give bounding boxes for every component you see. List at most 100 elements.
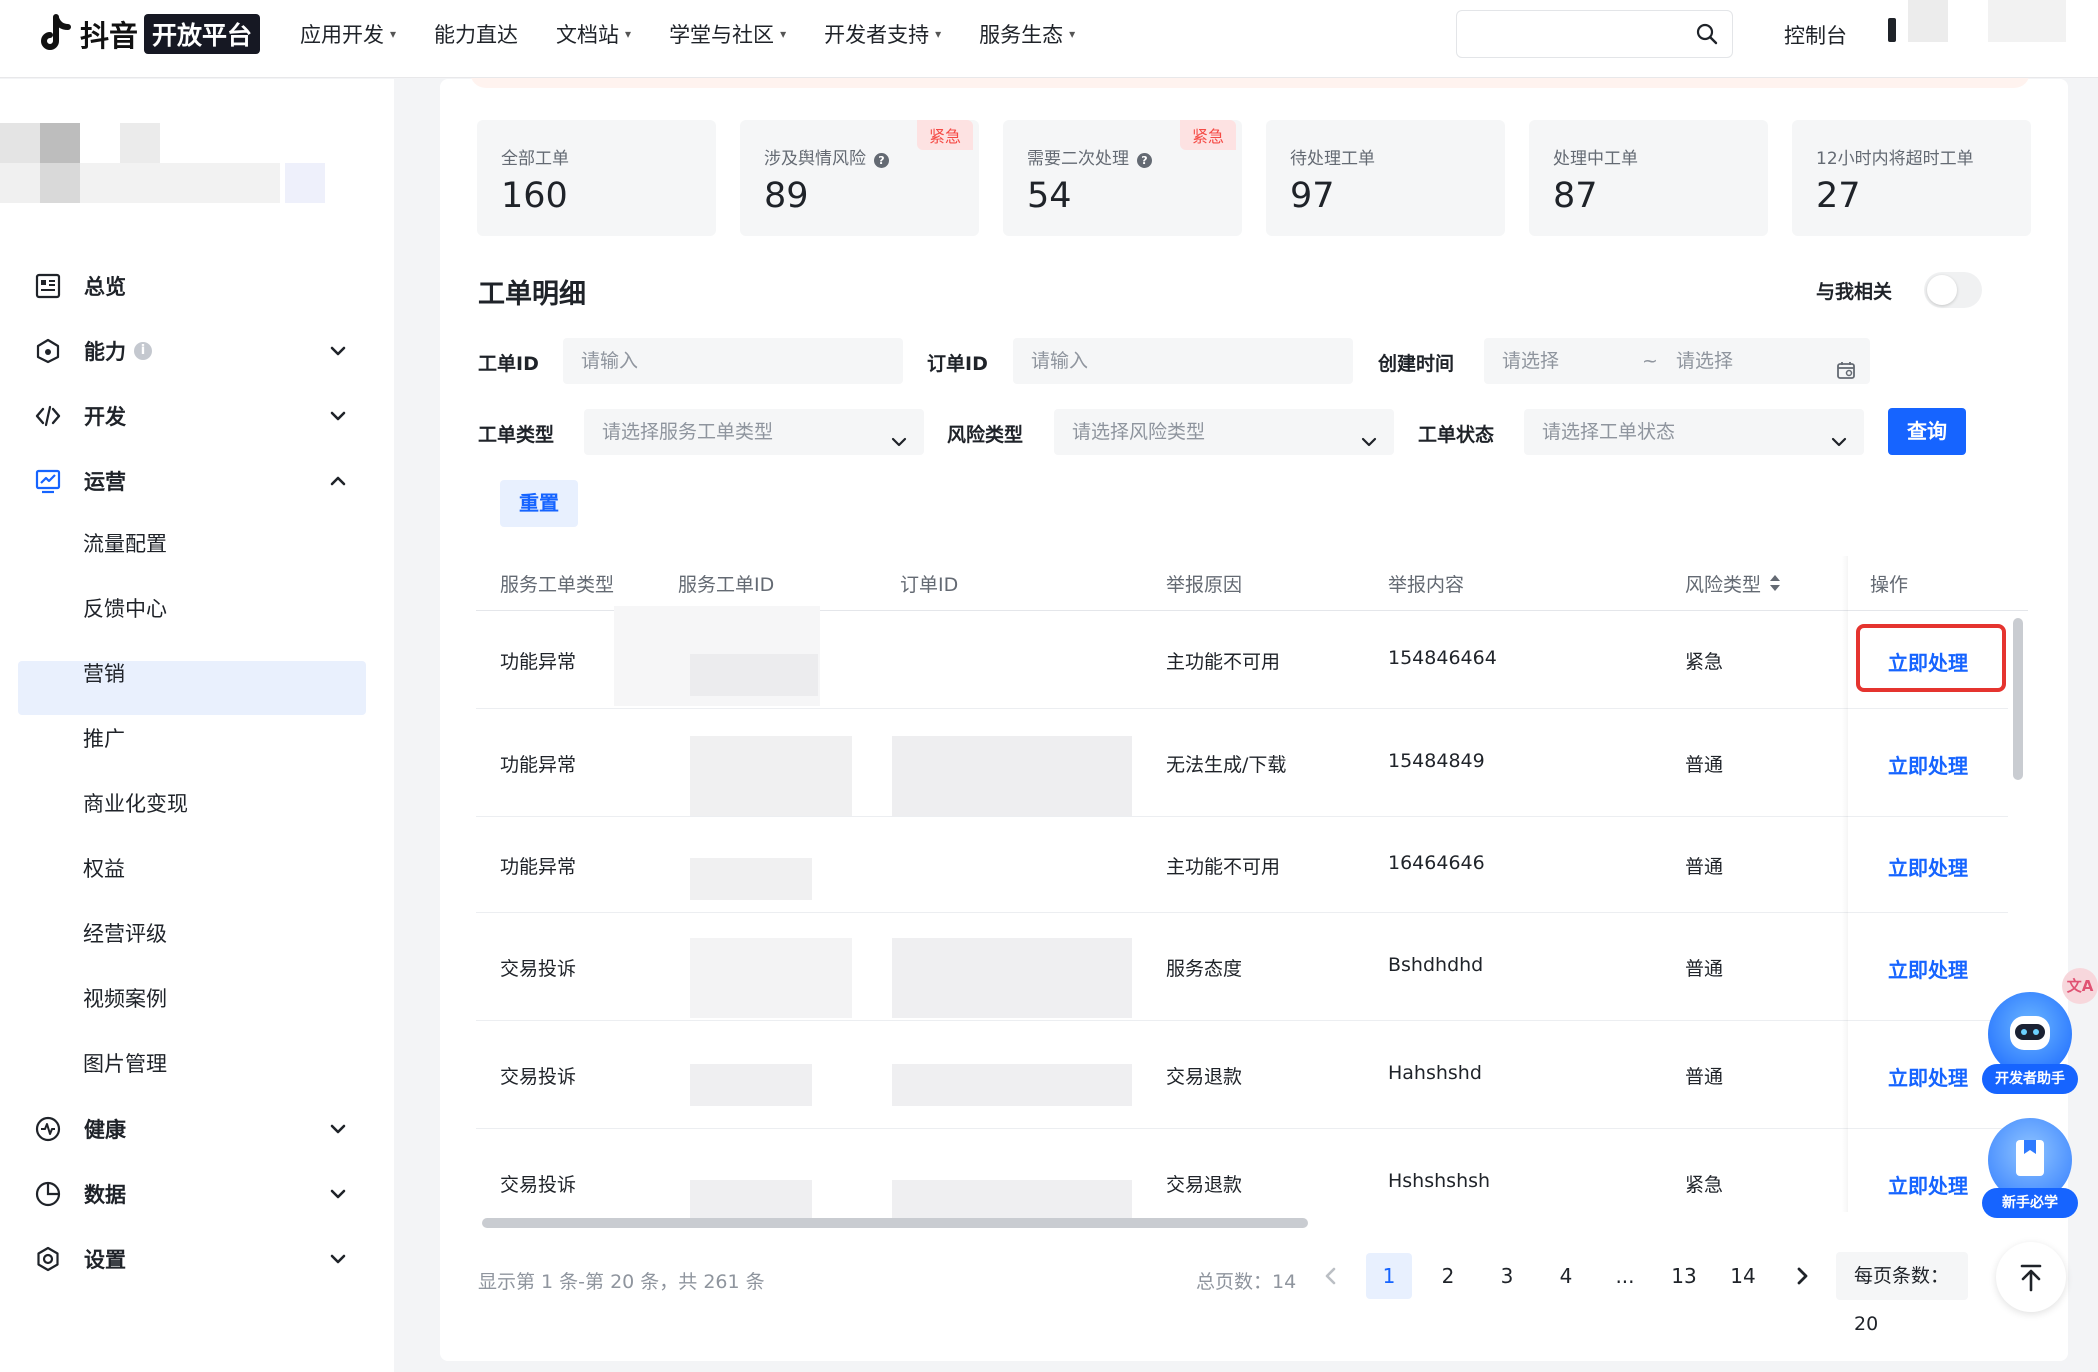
order-id-input[interactable]: 请输入 <box>1013 338 1353 384</box>
sidebar-subitem-promotion[interactable]: 推广 <box>83 723 125 753</box>
console-link[interactable]: 控制台 <box>1784 20 1847 50</box>
nav-item-community[interactable]: 学堂与社区 ▾ <box>669 19 786 49</box>
sidebar-item-develop[interactable]: 开发 <box>34 394 126 438</box>
cell-content: Hahshshd <box>1388 1062 1482 1084</box>
stat-card-all[interactable]: 全部工单 160 <box>477 120 716 236</box>
nav-item-docs[interactable]: 文档站 ▾ <box>556 19 631 49</box>
page-ellipsis[interactable]: ... <box>1602 1253 1648 1299</box>
page-size-select[interactable]: 每页条数：20 <box>1836 1252 1968 1335</box>
ticket-status-select[interactable]: 请选择工单状态 <box>1524 409 1864 455</box>
page-13[interactable]: 13 <box>1661 1253 1707 1299</box>
calendar-icon[interactable] <box>1836 351 1856 379</box>
sidebar-subitem-images[interactable]: 图片管理 <box>83 1048 167 1078</box>
chevron-down-icon[interactable] <box>328 1184 348 1204</box>
sidebar-subitem-marketing[interactable]: 营销 <box>83 658 125 688</box>
prev-page-icon[interactable] <box>1321 1266 1341 1286</box>
arrow-up-icon <box>2020 1264 2042 1292</box>
cell-reason: 无法生成/下载 <box>1166 754 1287 776</box>
ticket-id-input[interactable]: 请输入 <box>563 338 903 384</box>
related-to-me-toggle[interactable] <box>1924 272 1982 308</box>
process-now-link[interactable]: 立即处理 <box>1888 1062 1968 1091</box>
stat-card-pending[interactable]: 待处理工单 97 <box>1266 120 1505 236</box>
blurred-ticket-id <box>690 1064 812 1106</box>
stat-card-public-risk[interactable]: 涉及舆情风险? 89 紧急 <box>740 120 979 236</box>
newbie-guide-label[interactable]: 新手必学 <box>1982 1188 2078 1218</box>
sidebar: 总览 能力 i 开发 运营 流量配置 反馈中心 营销 推广 商业化变现 权益 经… <box>0 79 394 1372</box>
sidebar-item-ability[interactable]: 能力 i <box>34 329 152 373</box>
chevron-down-icon[interactable] <box>328 1119 348 1139</box>
vertical-scrollbar[interactable] <box>2013 618 2023 780</box>
date-end-input[interactable]: 请选择 <box>1676 338 1733 384</box>
page-4[interactable]: 4 <box>1543 1253 1589 1299</box>
nav-item-app-dev[interactable]: 应用开发 ▾ <box>300 19 396 49</box>
user-avatar[interactable] <box>1908 0 1948 42</box>
active-item-background <box>18 661 366 715</box>
cell-risk: 普通 <box>1685 856 1724 878</box>
sidebar-item-overview[interactable]: 总览 <box>34 264 126 308</box>
sidebar-subitem-video-cases[interactable]: 视频案例 <box>83 983 167 1013</box>
sidebar-item-operation[interactable]: 运营 <box>34 459 126 503</box>
sidebar-item-data[interactable]: 数据 <box>34 1172 126 1216</box>
pagination-info: 显示第 1 条-第 20 条，共 261 条 <box>478 1271 765 1293</box>
sidebar-subitem-rating[interactable]: 经营评级 <box>83 918 167 948</box>
sidebar-subitem-monetization[interactable]: 商业化变现 <box>83 788 188 818</box>
chevron-down-icon: ▾ <box>1069 27 1076 41</box>
sidebar-subitem-traffic[interactable]: 流量配置 <box>83 528 167 558</box>
date-start-input[interactable]: 请选择 <box>1502 350 1559 372</box>
chevron-down-icon[interactable] <box>328 1249 348 1269</box>
dashboard-icon <box>34 272 62 300</box>
stat-card-timeout[interactable]: 12小时内将超时工单 27 <box>1792 120 2031 236</box>
chevron-down-icon[interactable] <box>328 341 348 361</box>
cell-reason: 交易退款 <box>1166 1066 1243 1088</box>
main-content <box>440 79 2068 1361</box>
help-icon[interactable]: ? <box>1137 153 1152 168</box>
page-3[interactable]: 3 <box>1484 1253 1530 1299</box>
chevron-down-icon: ▾ <box>780 27 787 41</box>
user-menu[interactable] <box>1988 0 2066 42</box>
stat-card-processing[interactable]: 处理中工单 87 <box>1529 120 1768 236</box>
nav-item-abilities[interactable]: 能力直达 <box>434 19 518 49</box>
stat-card-secondary[interactable]: 需要二次处理? 54 紧急 <box>1003 120 1242 236</box>
process-now-link[interactable]: 立即处理 <box>1888 852 1968 881</box>
sidebar-item-health[interactable]: 健康 <box>34 1107 126 1151</box>
sidebar-subitem-feedback[interactable]: 反馈中心 <box>83 593 167 623</box>
fixed-column-shadow <box>1842 556 1848 1212</box>
help-icon[interactable]: ? <box>874 153 889 168</box>
sort-icon[interactable] <box>1769 574 1781 597</box>
blurred-ticket-id <box>690 858 812 900</box>
ticket-type-select[interactable]: 请选择服务工单类型 <box>584 409 924 455</box>
query-button[interactable]: 查询 <box>1888 408 1966 455</box>
process-now-link[interactable]: 立即处理 <box>1888 954 1968 983</box>
developer-assistant-label[interactable]: 开发者助手 <box>1982 1064 2078 1094</box>
logo[interactable]: 抖音 开放平台 <box>36 14 261 54</box>
horizontal-scrollbar[interactable] <box>482 1218 1308 1228</box>
back-to-top-button[interactable] <box>1996 1242 2066 1312</box>
blurred-ticket-id <box>690 938 852 1018</box>
operation-chart-icon <box>34 467 62 495</box>
nav-item-ecosystem[interactable]: 服务生态 ▾ <box>979 19 1075 49</box>
notification-icon[interactable] <box>1888 18 1896 42</box>
col-header-risk[interactable]: 风险类型 <box>1685 570 1781 597</box>
process-now-link[interactable]: 立即处理 <box>1888 750 1968 779</box>
cell-type: 交易投诉 <box>500 958 577 980</box>
risk-type-select[interactable]: 请选择风险类型 <box>1054 409 1394 455</box>
next-page-icon[interactable] <box>1792 1266 1812 1286</box>
page-2[interactable]: 2 <box>1425 1253 1471 1299</box>
global-search-input[interactable] <box>1456 10 1733 58</box>
total-pages: 总页数：14 <box>1196 1271 1297 1293</box>
info-icon[interactable]: i <box>134 342 152 360</box>
page-14[interactable]: 14 <box>1720 1253 1766 1299</box>
chevron-up-icon[interactable] <box>328 471 348 491</box>
search-icon[interactable] <box>1696 23 1718 45</box>
blurred-order-id <box>892 1180 1132 1222</box>
page-1[interactable]: 1 <box>1366 1253 1412 1299</box>
main-nav: 应用开发 ▾ 能力直达 文档站 ▾ 学堂与社区 ▾ 开发者支持 ▾ 服务生态 ▾ <box>300 0 1113 68</box>
created-time-range[interactable]: 请选择 ~ 请选择 <box>1484 338 1870 384</box>
process-now-link[interactable]: 立即处理 <box>1888 1170 1968 1199</box>
chevron-down-icon[interactable] <box>328 406 348 426</box>
sidebar-subitem-benefits[interactable]: 权益 <box>83 853 125 883</box>
nav-item-dev-support[interactable]: 开发者支持 ▾ <box>824 19 941 49</box>
sidebar-item-settings[interactable]: 设置 <box>34 1237 126 1281</box>
douyin-logo-icon <box>36 14 74 54</box>
reset-button[interactable]: 重置 <box>500 480 578 527</box>
